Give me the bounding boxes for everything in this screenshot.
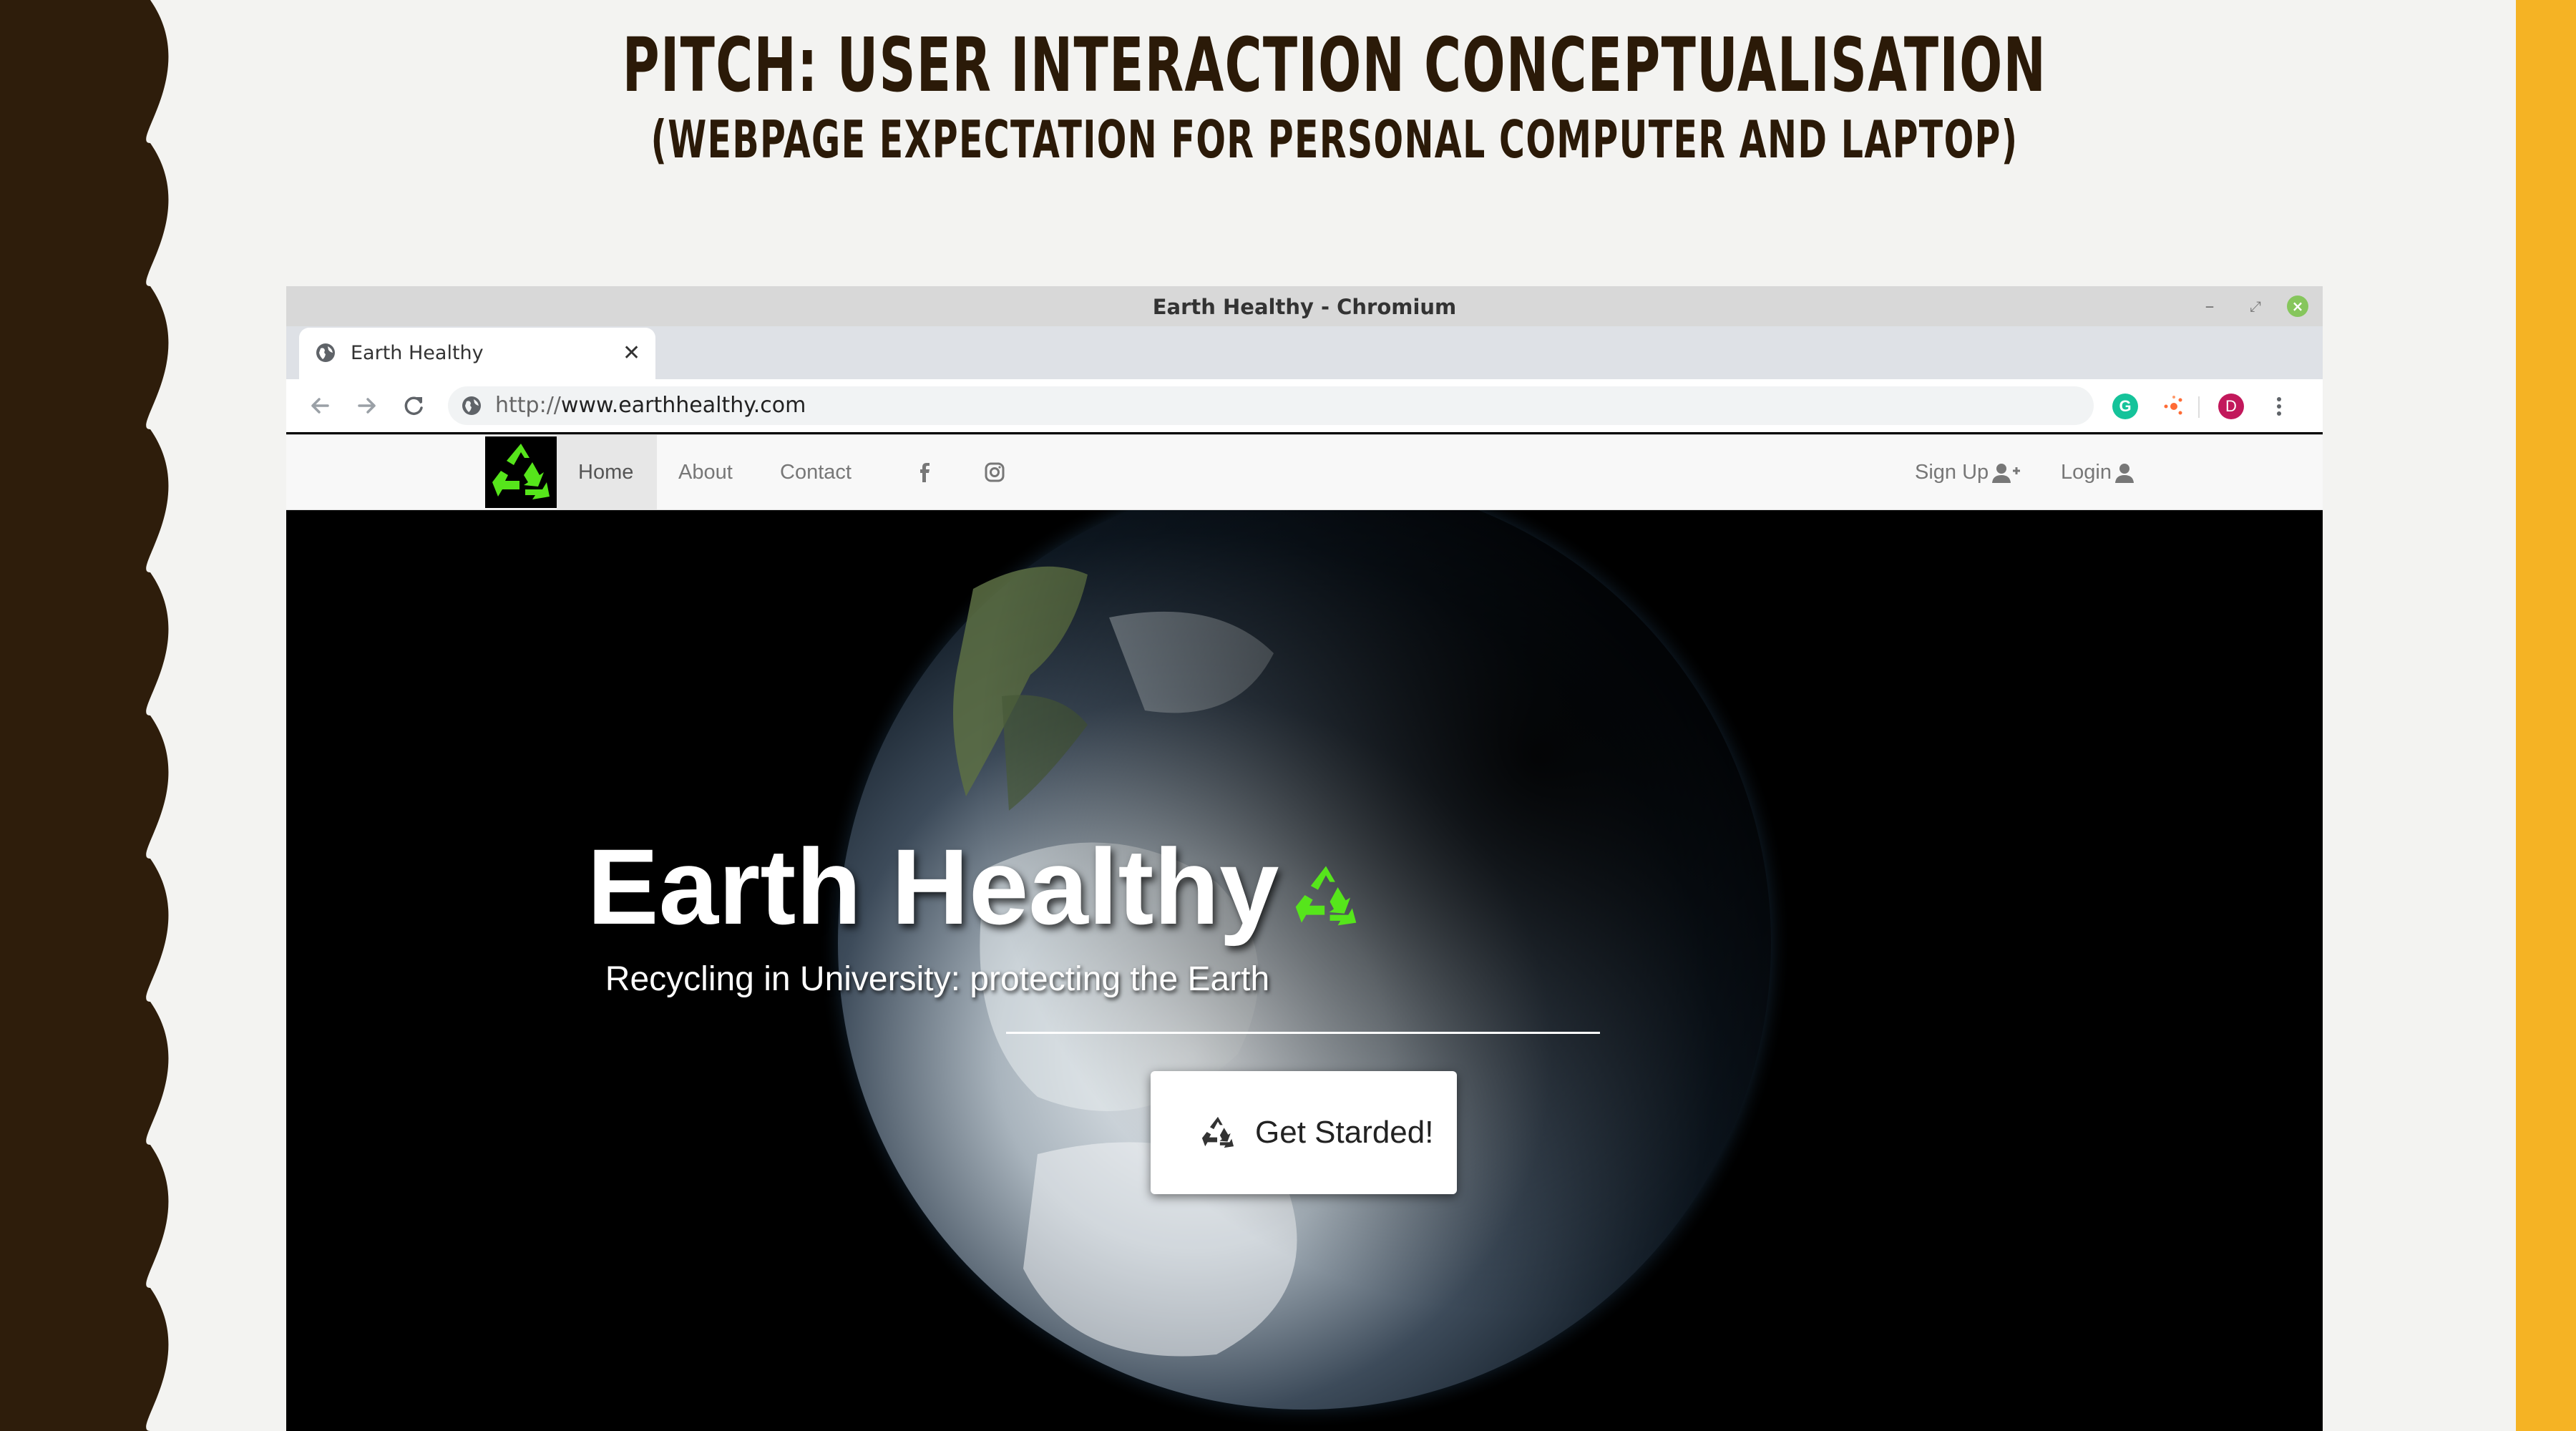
toolbar-separator <box>2198 396 2200 418</box>
tab-earth-healthy[interactable]: Earth Healthy ✕ <box>299 328 655 379</box>
globe-icon <box>316 343 335 362</box>
nav-home[interactable]: Home <box>557 435 657 509</box>
tab-title: Earth Healthy <box>351 342 484 364</box>
window-titlebar: Earth Healthy - Chromium – ⤢ × <box>286 286 2323 326</box>
hero-title: Earth Healthy <box>286 825 1660 949</box>
nav-login-label: Login <box>2061 461 2112 484</box>
hero-subtitle: Recycling in University: protecting the … <box>605 960 1270 998</box>
get-started-button[interactable]: Get Starded! <box>1151 1071 1457 1194</box>
nav-login[interactable]: Login <box>2061 435 2135 509</box>
hero-divider <box>1006 1032 1600 1034</box>
url-scheme: http:// <box>495 393 561 418</box>
get-started-label: Get Starded! <box>1255 1115 1434 1150</box>
url-text: http://www.earthhealthy.com <box>495 386 806 425</box>
maximize-icon[interactable]: ⤢ <box>2244 295 2267 318</box>
recycle-icon <box>1296 866 1357 926</box>
recycle-icon[interactable] <box>485 436 557 508</box>
tab-close-icon[interactable]: ✕ <box>623 328 640 379</box>
instagram-icon[interactable] <box>983 461 1006 484</box>
globe-icon <box>462 396 481 415</box>
url-host: www.earthhealthy.com <box>560 393 806 418</box>
user-icon <box>2114 464 2134 484</box>
hero-title-text: Earth Healthy <box>587 826 1279 947</box>
tab-strip: Earth Healthy ✕ + <box>286 326 2323 412</box>
window-title: Earth Healthy - Chromium <box>1152 295 1457 319</box>
grammarly-extension-icon[interactable]: G <box>2112 394 2138 419</box>
nav-about[interactable]: About <box>678 435 733 509</box>
share-extension-icon[interactable] <box>2160 394 2185 419</box>
minimize-icon[interactable]: – <box>2198 295 2221 318</box>
left-wave-decoration <box>0 0 169 1431</box>
reload-icon[interactable] <box>396 388 432 424</box>
site-navbar: Home About Contact Sign Up Login <box>286 434 2323 510</box>
slide-title: Pitch: User Interaction Conceptualisatio… <box>622 21 2047 109</box>
browser-window: Earth Healthy - Chromium – ⤢ × Earth Hea… <box>286 286 2323 1431</box>
nav-contact[interactable]: Contact <box>780 435 852 509</box>
facebook-icon[interactable] <box>913 461 936 484</box>
recycle-icon <box>1201 1116 1234 1148</box>
slide-subtitle: (Webpage expectation for personal comput… <box>650 109 2019 170</box>
forward-arrow-icon[interactable] <box>349 388 385 424</box>
browser-toolbar: http://www.earthhealthy.com G D <box>286 379 2323 432</box>
nav-signup-label: Sign Up <box>1915 461 1989 484</box>
nav-signup[interactable]: Sign Up <box>1915 435 2021 509</box>
back-arrow-icon[interactable] <box>302 388 338 424</box>
nav-home-label: Home <box>578 461 634 484</box>
more-menu-icon[interactable] <box>2268 392 2290 421</box>
close-icon[interactable]: × <box>2287 296 2308 317</box>
right-accent-bar <box>2516 0 2576 1431</box>
address-bar[interactable]: http://www.earthhealthy.com <box>448 386 2094 425</box>
hero-section: Earth Healthy Recycling in University: p… <box>286 510 2323 1431</box>
profile-avatar[interactable]: D <box>2218 394 2244 419</box>
user-plus-icon <box>1992 464 2021 484</box>
